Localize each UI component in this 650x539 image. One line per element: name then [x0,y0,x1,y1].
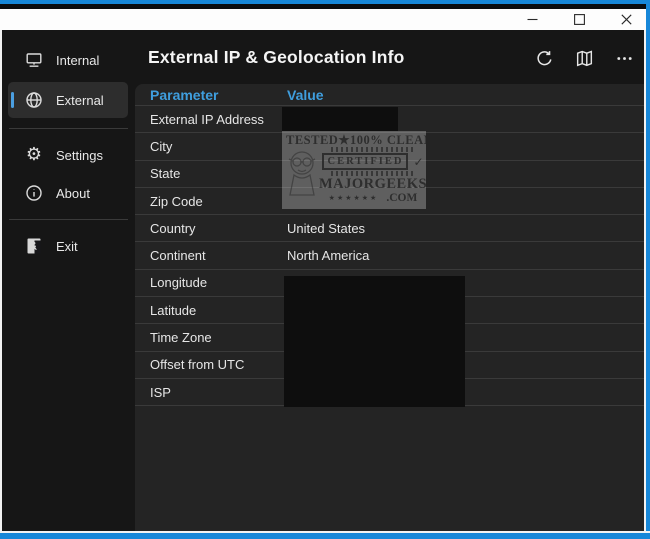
value-cell: North America [287,248,369,263]
sidebar-divider [9,128,128,129]
sidebar-divider [9,219,128,220]
watermark-brand: MAJORGEEKS [319,177,426,192]
more-icon [615,49,634,68]
sidebar-item-label: External [56,93,104,108]
column-header-value: Value [287,87,324,103]
column-header-parameter: Parameter [150,87,287,103]
window-border-right [646,0,650,539]
parameter-cell: Continent [150,248,287,263]
header-actions [532,46,636,70]
sidebar-item-label: Exit [56,239,78,254]
table-row: Continent North America [135,242,644,269]
minimize-button[interactable] [509,9,556,30]
watermark-com: .COM [386,193,417,203]
page-title: External IP & Geolocation Info [148,44,405,70]
close-icon [621,14,632,25]
redaction-box-location [284,276,465,407]
parameter-cell: Zip Code [150,194,287,209]
sidebar-item-external[interactable]: External [8,82,128,118]
info-icon [24,183,44,203]
refresh-button[interactable] [532,46,556,70]
sidebar-item-exit[interactable]: Exit [8,230,128,262]
geek-face-graphic [284,147,320,203]
watermark-body: CERTIFIED ✓ MAJORGEEKS ★★★★★★ .COM [324,147,422,203]
map-icon [575,49,594,68]
sidebar-item-label: Internal [56,53,99,68]
majorgeeks-watermark: TESTED★100% CLEAN CERTIFIED ✓ MAJORGEEKS… [282,131,426,209]
parameter-cell: Time Zone [150,330,287,345]
sidebar-item-settings[interactable]: ⚙ Settings [8,139,128,171]
parameter-cell: Latitude [150,303,287,318]
watermark-barcode-top [331,147,415,152]
sidebar-item-label: About [56,186,90,201]
window-border-left [0,30,2,531]
maximize-button[interactable] [556,9,603,30]
gear-icon: ⚙ [26,145,42,165]
close-button[interactable] [603,9,650,30]
refresh-icon [535,49,554,68]
parameter-cell: ISP [150,385,287,400]
maximize-icon [574,14,585,25]
window-border-bottom [0,533,650,539]
parameter-cell: City [150,139,287,154]
titlebar [0,9,650,30]
parameter-cell: Longitude [150,275,287,290]
value-cell: United States [287,221,365,236]
sidebar-item-internal[interactable]: Internal [8,44,128,76]
parameter-cell: State [150,166,287,181]
exit-icon [24,236,44,256]
table-header-row: Parameter Value [135,84,644,106]
watermark-barcode-bottom [331,171,415,176]
selected-indicator [11,92,14,108]
redaction-box-ip [282,107,398,131]
parameter-cell: Offset from UTC [150,357,287,372]
map-button[interactable] [572,46,596,70]
more-button[interactable] [612,46,636,70]
parameter-cell: External IP Address [150,112,287,127]
certified-check-icon: ✓ [413,156,423,168]
parameter-cell: Country [150,221,287,236]
minimize-icon [527,14,538,25]
sidebar-item-label: Settings [56,148,103,163]
watermark-certified-label: CERTIFIED [322,153,408,170]
sidebar-item-about[interactable]: About [8,177,128,209]
globe-icon [24,90,44,110]
watermark-stars: ★★★★★★ [329,193,379,203]
monitor-icon [24,50,44,70]
app-window: External IP & Geolocation Info [0,0,650,539]
sidebar-nav: Internal External ⚙ Settings About Exit [2,30,135,531]
table-row: Country United States [135,215,644,242]
watermark-tested-line: TESTED★100% CLEAN [286,133,422,147]
